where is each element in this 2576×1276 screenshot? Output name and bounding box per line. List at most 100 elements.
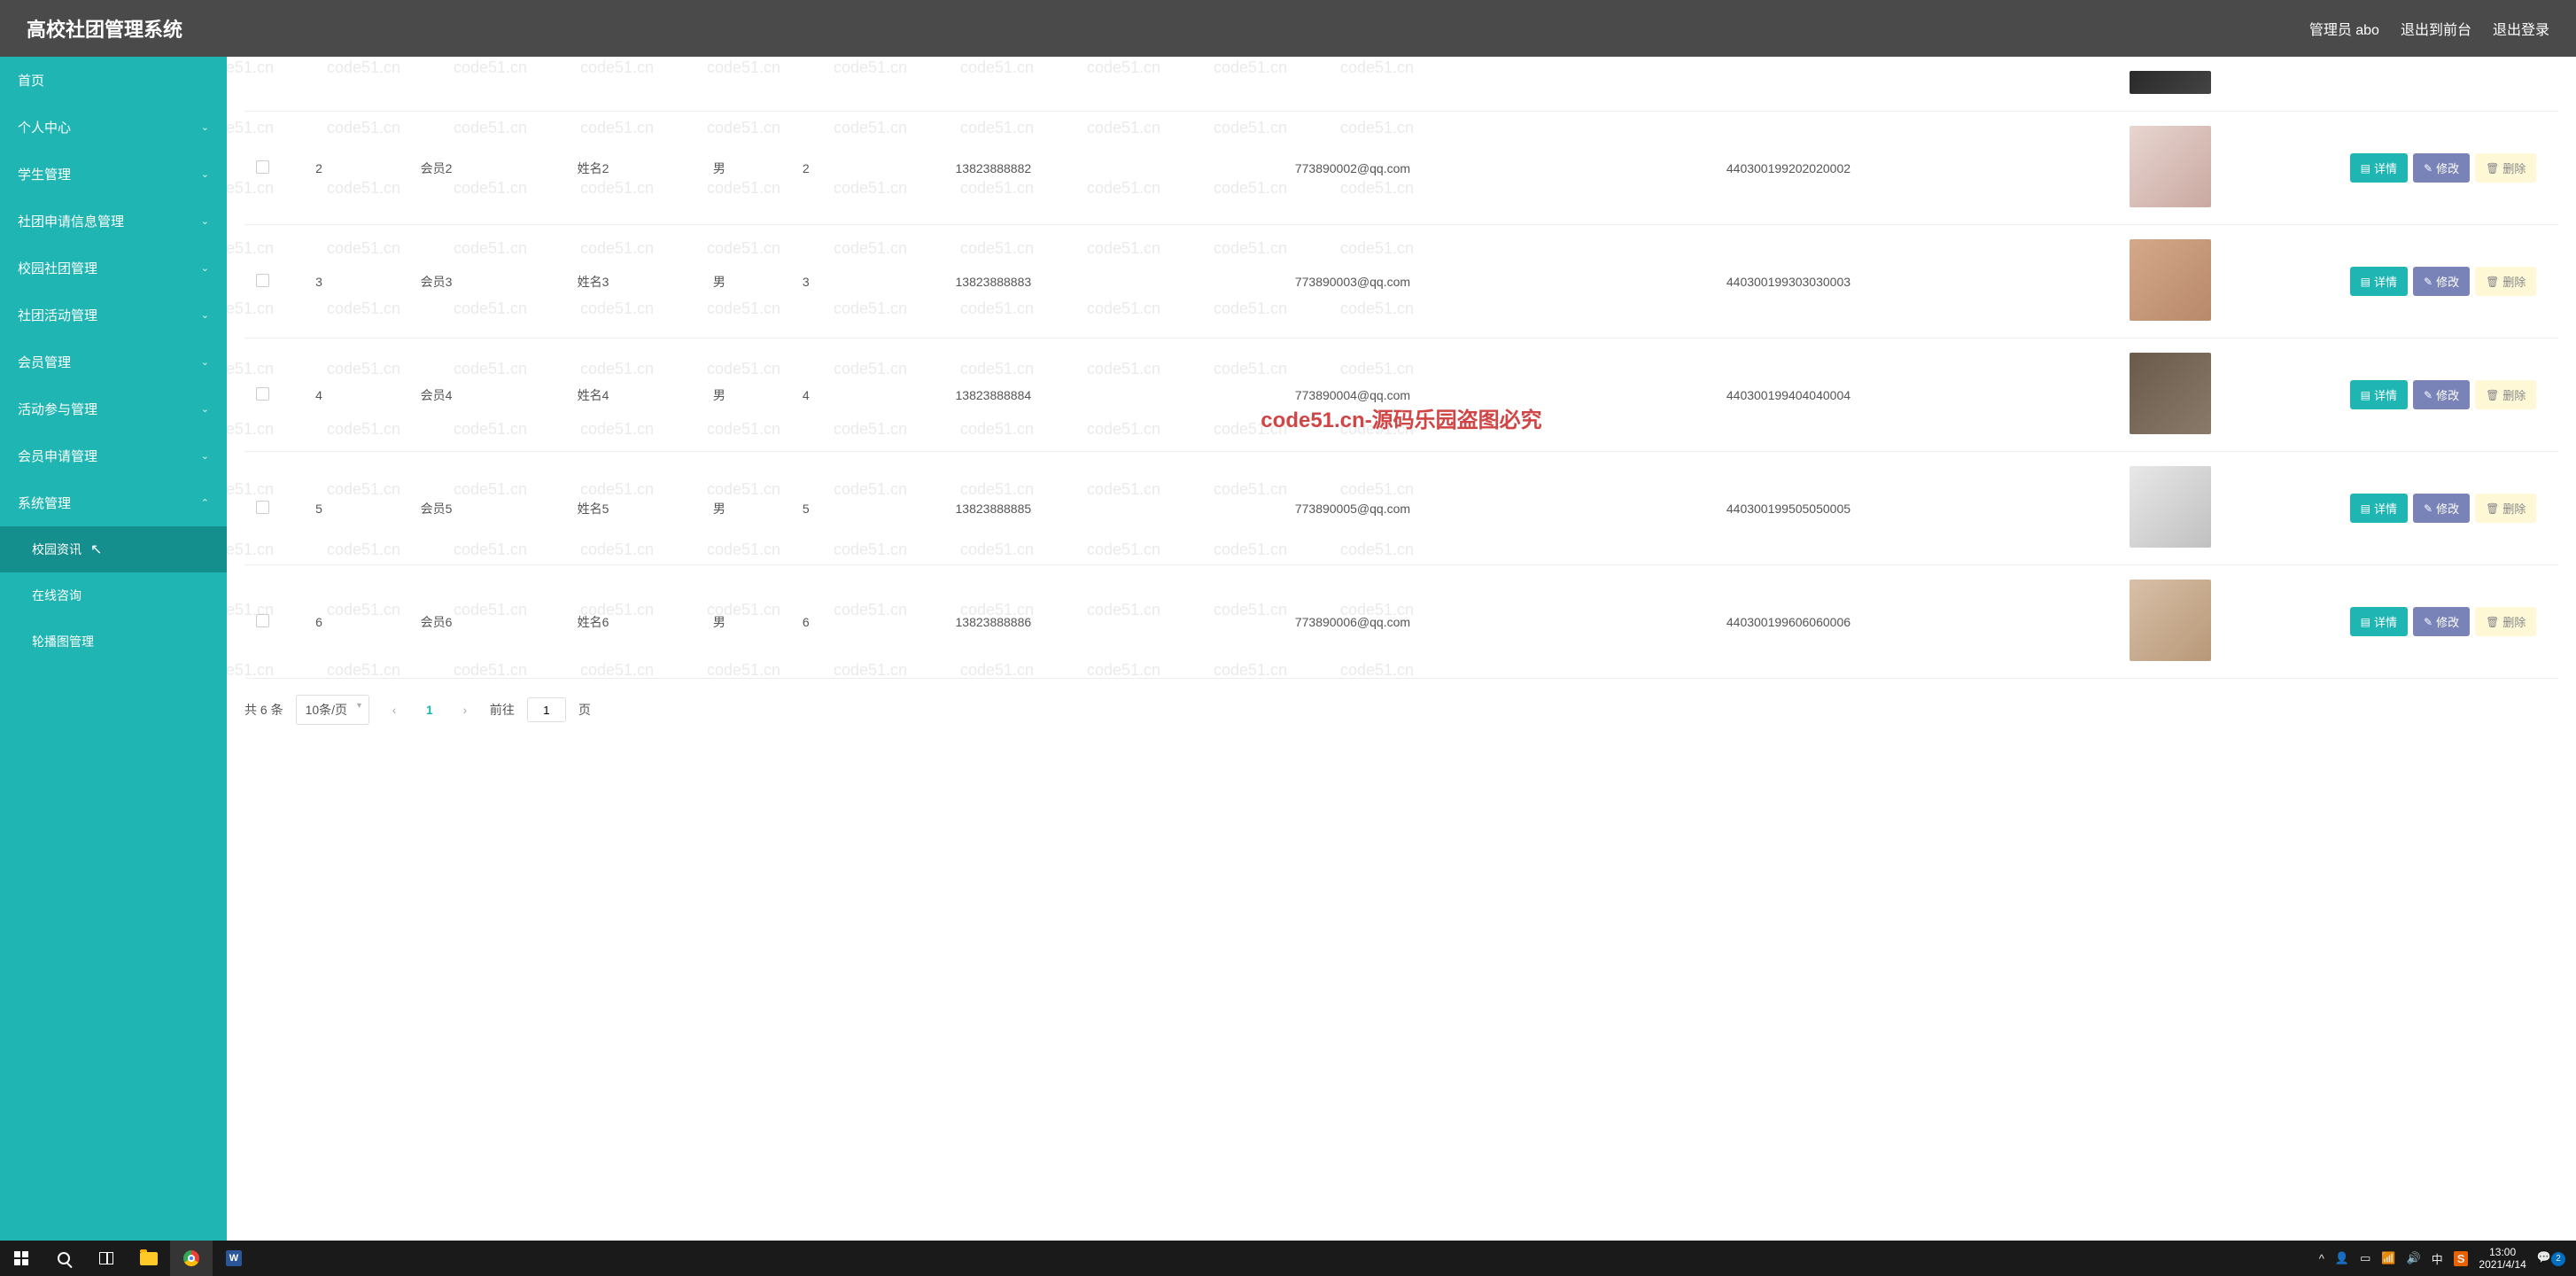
- tray-battery-icon[interactable]: ▭: [2360, 1251, 2370, 1265]
- next-page-button[interactable]: ›: [453, 697, 477, 722]
- edit-button[interactable]: ✎修改: [2413, 607, 2470, 636]
- members-table: 2会员2姓名2男213823888882773890002@qq.com4403…: [244, 57, 2558, 679]
- chevron-right-icon: ⌄: [201, 356, 209, 368]
- sidebar: 首页个人中心⌄学生管理⌄社团申请信息管理⌄校园社团管理⌄社团活动管理⌄会员管理⌄…: [0, 57, 227, 1241]
- sidebar-item-2[interactable]: 学生管理⌄: [0, 151, 227, 198]
- row-checkbox[interactable]: [256, 387, 269, 401]
- sidebar-item-label: 社团活动管理: [18, 306, 97, 324]
- tray-wifi-icon[interactable]: 📶: [2381, 1251, 2395, 1265]
- sidebar-subitem-0[interactable]: 校园资讯: [0, 526, 227, 572]
- cell-name: 姓名2: [515, 112, 671, 225]
- sidebar-item-7[interactable]: 活动参与管理⌄: [0, 385, 227, 432]
- delete-button[interactable]: 🗑删除: [2475, 607, 2536, 636]
- row-checkbox[interactable]: [256, 501, 269, 514]
- admin-label[interactable]: 管理员 abo: [2309, 18, 2379, 39]
- sidebar-item-9[interactable]: 系统管理⌃: [0, 479, 227, 526]
- avatar: [2130, 580, 2211, 661]
- search-button[interactable]: [43, 1241, 85, 1276]
- detail-icon: ▤: [2361, 389, 2370, 401]
- tray-people-icon[interactable]: 👤: [2335, 1251, 2349, 1265]
- page-size-select[interactable]: 10条/页: [296, 695, 369, 725]
- cell-num: 3: [767, 225, 845, 338]
- cell-name: 姓名6: [515, 565, 671, 679]
- sidebar-item-label: 社团申请信息管理: [18, 212, 124, 230]
- chrome-button[interactable]: [170, 1241, 213, 1276]
- total-count: 共 6 条: [244, 701, 283, 719]
- detail-button[interactable]: ▤详情: [2350, 607, 2408, 636]
- sidebar-item-3[interactable]: 社团申请信息管理 ⌄: [0, 198, 227, 245]
- sidebar-subitem-2[interactable]: 轮播图管理: [0, 619, 227, 665]
- goto-frontend-link[interactable]: 退出到前台: [2401, 18, 2471, 39]
- cell-index: 4: [280, 338, 358, 452]
- sogou-ime-icon[interactable]: S: [2454, 1251, 2469, 1266]
- sidebar-item-label: 校园社团管理: [18, 259, 97, 277]
- task-view-button[interactable]: [85, 1241, 128, 1276]
- detail-icon: ▤: [2361, 502, 2370, 515]
- ime-indicator[interactable]: 中: [2432, 1250, 2443, 1267]
- main-content: code51.cncode51.cncode51.cncode51.cncode…: [227, 57, 2576, 1241]
- sidebar-item-5[interactable]: 社团活动管理⌄: [0, 292, 227, 338]
- clock-date: 2021/4/14: [2479, 1258, 2526, 1271]
- delete-button[interactable]: 🗑删除: [2475, 380, 2536, 409]
- edit-button[interactable]: ✎修改: [2413, 494, 2470, 523]
- chevron-down-icon: ⌃: [201, 497, 209, 509]
- delete-icon: 🗑: [2486, 502, 2499, 515]
- chrome-icon: [183, 1250, 199, 1266]
- cell-email: 773890004@qq.com: [1142, 338, 1563, 452]
- cell-index: 5: [280, 452, 358, 565]
- avatar: [2130, 71, 2211, 94]
- word-button[interactable]: W: [213, 1241, 255, 1276]
- row-checkbox[interactable]: [256, 614, 269, 627]
- detail-button[interactable]: ▤详情: [2350, 267, 2408, 296]
- tray-volume-icon[interactable]: 🔊: [2407, 1251, 2421, 1265]
- goto-label: 前往: [490, 701, 515, 719]
- clock-time: 13:00: [2479, 1246, 2526, 1258]
- chevron-right-icon: ⌄: [201, 215, 209, 227]
- row-checkbox[interactable]: [256, 274, 269, 287]
- cell-name: 姓名5: [515, 452, 671, 565]
- cell-gender: 男: [671, 225, 767, 338]
- cell-member: 会员4: [358, 338, 515, 452]
- notifications-button[interactable]: 💬2: [2537, 1250, 2565, 1266]
- edit-button[interactable]: ✎修改: [2413, 380, 2470, 409]
- clock[interactable]: 13:00 2021/4/14: [2479, 1246, 2526, 1272]
- cell-idcard: 440300199202020002: [1563, 112, 2013, 225]
- sidebar-item-4[interactable]: 校园社团管理 ⌄: [0, 245, 227, 292]
- search-icon: [58, 1252, 70, 1264]
- tray-chevron-icon[interactable]: ^: [2319, 1252, 2324, 1265]
- chevron-right-icon: ⌄: [201, 121, 209, 133]
- delete-button[interactable]: 🗑删除: [2475, 153, 2536, 183]
- file-explorer-button[interactable]: [128, 1241, 170, 1276]
- sidebar-item-6[interactable]: 会员管理⌄: [0, 338, 227, 385]
- detail-button[interactable]: ▤详情: [2350, 494, 2408, 523]
- logout-link[interactable]: 退出登录: [2493, 18, 2549, 39]
- sidebar-item-1[interactable]: 个人中心⌄: [0, 104, 227, 151]
- sidebar-item-0[interactable]: 首页: [0, 57, 227, 104]
- sidebar-item-8[interactable]: 会员申请管理⌄: [0, 432, 227, 479]
- edit-icon: ✎: [2424, 162, 2432, 175]
- delete-button[interactable]: 🗑删除: [2475, 267, 2536, 296]
- delete-icon: 🗑: [2486, 162, 2499, 175]
- detail-button[interactable]: ▤详情: [2350, 153, 2408, 183]
- chevron-right-icon: ⌄: [201, 262, 209, 274]
- current-page[interactable]: 1: [419, 703, 440, 717]
- prev-page-button[interactable]: ‹: [382, 697, 407, 722]
- edit-button[interactable]: ✎修改: [2413, 267, 2470, 296]
- start-button[interactable]: [0, 1241, 43, 1276]
- edit-icon: ✎: [2424, 616, 2432, 628]
- cell-member: 会员3: [358, 225, 515, 338]
- edit-button[interactable]: ✎修改: [2413, 153, 2470, 183]
- detail-button[interactable]: ▤详情: [2350, 380, 2408, 409]
- sidebar-item-label: 首页: [18, 71, 44, 89]
- cell-index: 3: [280, 225, 358, 338]
- delete-button[interactable]: 🗑删除: [2475, 494, 2536, 523]
- avatar: [2130, 466, 2211, 548]
- cell-email: 773890003@qq.com: [1142, 225, 1563, 338]
- goto-page-input[interactable]: [527, 697, 566, 722]
- cell-index: 2: [280, 112, 358, 225]
- sidebar-subitem-1[interactable]: 在线咨询: [0, 572, 227, 619]
- table-row: 2会员2姓名2男213823888882773890002@qq.com4403…: [244, 112, 2558, 225]
- sidebar-item-label: 学生管理: [18, 165, 71, 183]
- row-checkbox[interactable]: [256, 160, 269, 174]
- edit-icon: ✎: [2424, 502, 2432, 515]
